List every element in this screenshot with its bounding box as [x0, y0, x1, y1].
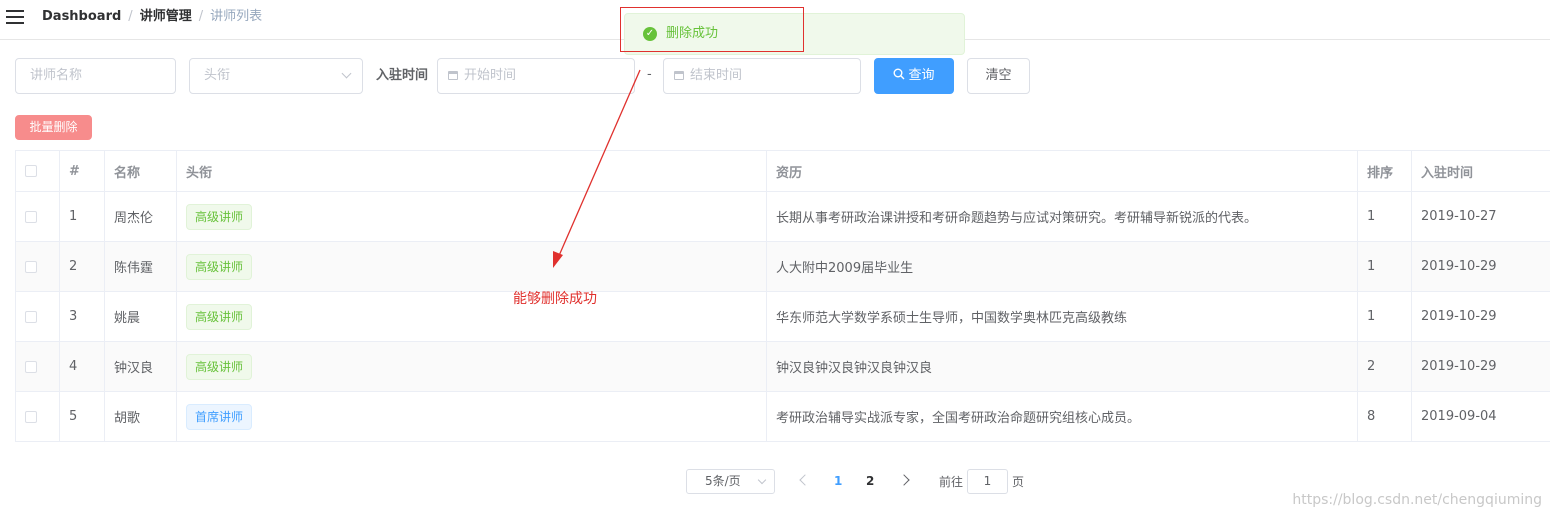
goto-page-input[interactable]: 1: [967, 469, 1008, 494]
page-size-value: 5条/页: [705, 474, 741, 488]
chevron-down-icon: [757, 475, 767, 485]
annotation-arrow: [553, 69, 641, 268]
page-number-1[interactable]: 1: [834, 472, 842, 490]
goto-prefix: 前往: [939, 475, 964, 489]
watermark-text: https://blog.csdn.net/chengqiuming: [1292, 492, 1542, 508]
page-size-select[interactable]: 5条/页: [686, 469, 775, 494]
page-number-2[interactable]: 2: [866, 472, 874, 490]
goto-suffix: 页: [1012, 475, 1025, 489]
annotation-text: 能够删除成功: [513, 291, 597, 307]
